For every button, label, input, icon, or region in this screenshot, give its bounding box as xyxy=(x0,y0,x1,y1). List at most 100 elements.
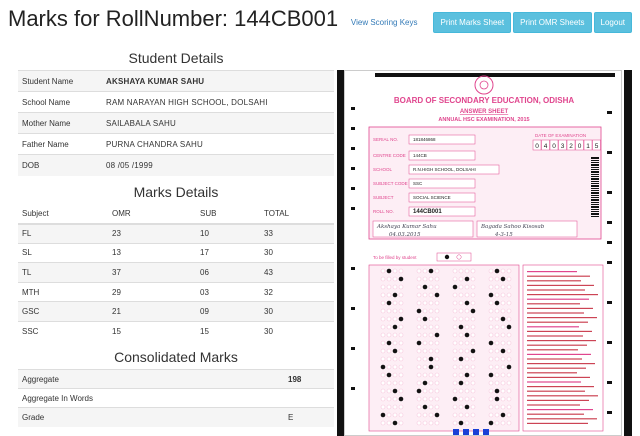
table-row: Student Name AKSHAYA KUMAR SAHU xyxy=(18,70,334,92)
row-label: Student Name xyxy=(22,76,74,86)
table-row: GSC 21 09 30 xyxy=(18,301,334,322)
table-header-row: Subject OMR SUB TOTAL xyxy=(18,203,334,225)
omr-sheet-title: ANSWER SHEET xyxy=(460,109,509,115)
table-row: TL 37 06 43 xyxy=(18,262,334,283)
row-value xyxy=(284,389,334,408)
table-row: Grade E xyxy=(18,407,334,427)
row-value: E xyxy=(288,412,294,422)
student-details-heading: Student Details xyxy=(128,50,224,66)
omr-cell: 15 xyxy=(112,327,121,337)
omr-serial-label: SERIAL NO. xyxy=(373,137,398,142)
omr-subject-label: SUBJECT xyxy=(373,195,394,200)
row-label: Mother Name xyxy=(22,118,71,128)
subject-cell: TL xyxy=(22,267,32,277)
row-value: AKSHAYA KUMAR SAHU xyxy=(106,76,205,86)
subject-cell: MTH xyxy=(22,287,40,297)
subject-cell: SL xyxy=(22,248,32,258)
student-details-table: Student Name AKSHAYA KUMAR SAHU School N… xyxy=(18,70,334,176)
omr-date-boxes: 04032015 xyxy=(532,139,601,151)
total-cell: 30 xyxy=(264,327,273,337)
total-cell: 32 xyxy=(264,287,273,297)
invigilator-signature: Bagada Sahoo Kisosab xyxy=(480,224,545,230)
omr-cell: 29 xyxy=(112,287,121,297)
row-value: 08 /05 /1999 xyxy=(106,160,153,170)
table-row: DOB 08 /05 /1999 xyxy=(18,154,334,176)
print-omr-sheets-button[interactable]: Print OMR Sheets xyxy=(513,12,592,33)
sub-cell: 03 xyxy=(200,287,209,297)
omr-board-title: BOARD OF SECONDARY EDUCATION, ODISHA xyxy=(394,96,575,105)
student-signature: Akshaya Kumar Sahu xyxy=(376,224,437,230)
omr-cell: 37 xyxy=(112,267,121,277)
total-cell: 43 xyxy=(264,267,273,277)
consolidated-marks-heading: Consolidated Marks xyxy=(114,349,238,366)
total-cell: 30 xyxy=(264,248,273,258)
omr-roll-label: ROLL NO. xyxy=(373,209,394,214)
table-row: Mother Name SAILABALA SAHU xyxy=(18,112,334,134)
top-actions: View Scoring Keys Print Marks Sheet Prin… xyxy=(351,12,632,33)
omr-school-label: SCHOOL xyxy=(373,167,393,172)
sub-cell: 10 xyxy=(200,229,209,239)
subject-cell: SSC xyxy=(22,327,39,337)
omr-fill-label: To be filled by student xyxy=(373,255,417,260)
row-value: 198 xyxy=(288,374,302,384)
svg-text:0: 0 xyxy=(578,143,582,150)
row-value: RAM NARAYAN HIGH SCHOOL, DOLSAHI xyxy=(106,97,268,107)
print-marks-sheet-button[interactable]: Print Marks Sheet xyxy=(433,12,512,33)
table-row: School Name RAM NARAYAN HIGH SCHOOL, DOL… xyxy=(18,91,334,113)
column-header-omr: OMR xyxy=(108,203,196,225)
logout-button[interactable]: Logout xyxy=(593,12,632,33)
row-value: SAILABALA SAHU xyxy=(106,118,176,128)
omr-barcode xyxy=(591,157,599,217)
subject-cell: FL xyxy=(22,229,32,239)
row-label: School Name xyxy=(22,97,71,107)
sub-cell: 17 xyxy=(200,248,209,258)
marks-details-heading: Marks Details xyxy=(133,183,219,200)
omr-scan-border-right xyxy=(624,70,632,436)
omr-cell: 21 xyxy=(112,307,121,317)
row-label: Grade xyxy=(22,412,45,422)
svg-text:0: 0 xyxy=(552,143,556,150)
details-panel: Student Details Student Name AKSHAYA KUM… xyxy=(18,50,334,427)
omr-serial-value: 181846868 xyxy=(413,137,436,142)
svg-text:2: 2 xyxy=(569,143,573,150)
total-cell: 30 xyxy=(264,307,273,317)
svg-text:3: 3 xyxy=(561,143,565,150)
omr-exam-title: ANNUAL HSC EXAMINATION, 2015 xyxy=(438,117,529,123)
omr-cell: 23 xyxy=(112,229,121,239)
omr-school-value: R.N.HIGH SCHOOL, DOLSAHI xyxy=(413,167,476,172)
student-sign-date: 04.03.2015 xyxy=(389,232,421,238)
view-scoring-keys-link[interactable]: View Scoring Keys xyxy=(351,18,418,27)
omr-centre-value: 144CB xyxy=(413,153,427,158)
svg-text:0: 0 xyxy=(535,143,539,150)
subject-cell: GSC xyxy=(22,307,40,317)
row-value: PURNA CHANDRA SAHU xyxy=(106,139,203,149)
row-label: Aggregate xyxy=(22,374,59,384)
consolidated-table: Aggregate 198 Aggregate In Words Grade E xyxy=(18,369,334,427)
omr-subject-code-label: SUBJECT CODE xyxy=(373,181,408,186)
svg-text:5: 5 xyxy=(595,143,599,150)
column-header-sub: SUB xyxy=(196,203,260,225)
omr-centre-label: CENTRE CODE xyxy=(373,153,406,158)
table-row: SSC 15 15 30 xyxy=(18,321,334,341)
table-row: Aggregate 198 xyxy=(18,369,334,389)
column-header-total: TOTAL xyxy=(260,203,334,225)
sub-cell: 15 xyxy=(200,327,209,337)
sub-cell: 06 xyxy=(200,267,209,277)
invigilator-sign-date: 4-3-15 xyxy=(494,232,513,238)
omr-subject-value: SOCIAL SCIENCE xyxy=(413,195,451,200)
svg-text:1: 1 xyxy=(586,143,590,150)
row-label: DOB xyxy=(22,160,40,170)
table-row: Aggregate In Words xyxy=(18,388,334,408)
total-cell: 33 xyxy=(264,229,273,239)
omr-subject-code-value: SSC xyxy=(413,181,423,186)
table-row: SL 13 17 30 xyxy=(18,243,334,263)
table-row: Father Name PURNA CHANDRA SAHU xyxy=(18,133,334,155)
marks-table: Subject OMR SUB TOTAL FL 23 10 33 SL 13 … xyxy=(18,203,334,342)
table-row: MTH 29 03 32 xyxy=(18,282,334,302)
omr-roll-value: 144CB001 xyxy=(413,209,442,215)
column-header-subject: Subject xyxy=(18,203,108,225)
row-label: Aggregate In Words xyxy=(22,393,94,403)
table-row: FL 23 10 33 xyxy=(18,223,334,244)
omr-cell: 13 xyxy=(112,248,121,258)
omr-date-label: DATE OF EXAMINATION xyxy=(535,133,586,138)
